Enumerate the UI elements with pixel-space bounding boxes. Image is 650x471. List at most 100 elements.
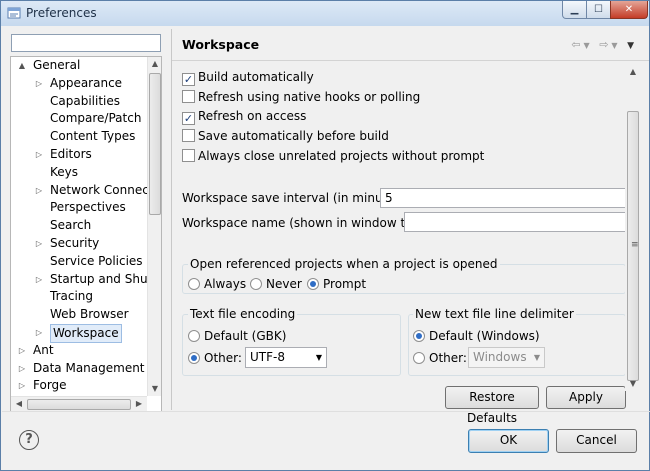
expand-arrow-icon[interactable]: ▷	[17, 377, 27, 394]
checkbox-row[interactable]: ✓ Refresh on access	[182, 108, 306, 126]
collapse-arrow-icon[interactable]: ▲	[17, 57, 27, 74]
delimiter-combo-value: Windows	[473, 350, 527, 364]
preferences-tree[interactable]: ▲ General ▷ Appearance Capabilities Compare/P…	[10, 56, 162, 412]
expand-arrow-icon[interactable]: ▷	[34, 235, 44, 252]
back-icon[interactable]: ⇦	[571, 38, 583, 51]
delimiter-other-radio[interactable]: Other:	[413, 350, 467, 366]
delimiter-default-radio-icon[interactable]	[413, 330, 425, 342]
apply-button[interactable]: Apply	[546, 386, 626, 409]
scroll-up-icon[interactable]: ▲	[148, 59, 161, 68]
filter-input[interactable]	[11, 34, 161, 52]
ok-button[interactable]: OK	[468, 429, 549, 453]
delimiter-other-radio-icon[interactable]	[413, 352, 425, 364]
scroll-right-icon[interactable]: ▶	[132, 399, 146, 408]
maximize-icon: ☐	[594, 4, 603, 15]
delimiter-default-label: Default (Windows)	[429, 329, 540, 343]
checkbox-label: Build automatically	[198, 70, 314, 84]
line-delimiter-title: New text file line delimiter	[413, 307, 576, 321]
tree-horizontal-scrollbar[interactable]: ◀ ▶	[11, 396, 147, 411]
checkbox-label: Save automatically before build	[198, 129, 389, 144]
restore-defaults-button[interactable]: Restore Defaults	[445, 386, 539, 425]
radio-icon[interactable]	[307, 278, 319, 290]
forward-icon[interactable]: ⇨	[599, 38, 611, 51]
checkbox-checked-icon[interactable]: ✓	[182, 73, 195, 86]
scroll-down-icon[interactable]: ▼	[626, 379, 640, 388]
page-title: Workspace	[182, 37, 260, 52]
checkbox-checked-icon[interactable]: ✓	[182, 112, 195, 126]
tree-item-label: Appearance	[50, 75, 123, 90]
checkbox-unchecked-icon[interactable]	[182, 89, 195, 103]
page-vertical-scrollbar[interactable]: ▲ ≡ ▼	[625, 65, 641, 391]
tree-item-label: Forge	[33, 378, 67, 393]
radio-icon[interactable]	[188, 278, 200, 290]
tree-item-label: Capabilities	[50, 93, 120, 108]
scroll-up-icon[interactable]: ▲	[626, 67, 640, 76]
checkbox-row[interactable]: Refresh using native hooks or polling	[182, 89, 420, 105]
checkbox-row[interactable]: Always close unrelated projects without …	[182, 148, 484, 164]
tree-horizontal-thumb[interactable]	[27, 399, 131, 410]
checkbox-row[interactable]: ✓ Build automatically	[182, 69, 314, 86]
tree-item-label: Compare/Patch	[50, 111, 142, 126]
scroll-left-icon[interactable]: ◀	[12, 399, 26, 408]
tree-item-label: Ant	[33, 342, 54, 357]
expand-arrow-icon[interactable]: ▷	[17, 360, 27, 377]
tree-vertical-scrollbar[interactable]: ▲ ▼	[147, 57, 161, 396]
close-button[interactable]: ✕	[610, 1, 648, 19]
expand-arrow-icon[interactable]: ▷	[17, 342, 27, 359]
title-bar[interactable]: Preferences ▁ ☐ ✕	[1, 1, 649, 26]
workspace-name-label: Workspace name (shown in window title):	[182, 216, 433, 230]
save-interval-label: Workspace save interval (in minutes):	[182, 191, 410, 205]
forward-menu-icon[interactable]: ▼	[611, 41, 620, 50]
encoding-combo[interactable]: UTF-8 ▼	[245, 347, 327, 368]
encoding-title: Text file encoding	[188, 307, 298, 321]
page-vertical-thumb[interactable]: ≡	[627, 111, 639, 381]
expand-arrow-icon[interactable]: ▷	[34, 75, 44, 92]
encoding-combo-value: UTF-8	[250, 350, 285, 364]
view-menu-icon[interactable]: ▼	[627, 41, 637, 51]
encoding-other-label: Other:	[204, 351, 242, 365]
chevron-down-icon: ▼	[533, 353, 540, 362]
maximize-button[interactable]: ☐	[586, 1, 611, 19]
expand-arrow-icon[interactable]: ▷	[34, 271, 44, 288]
expand-arrow-icon[interactable]: ▷	[34, 324, 44, 341]
workspace-name-input[interactable]	[404, 212, 627, 232]
save-interval-input[interactable]: 5	[380, 188, 627, 208]
tree-item-label: Editors	[50, 147, 92, 161]
checkbox-unchecked-icon[interactable]	[182, 148, 195, 162]
radio-icon[interactable]	[250, 278, 262, 290]
back-menu-icon[interactable]: ▼	[584, 41, 593, 50]
tree-item-label: Perspectives	[50, 200, 126, 215]
tree-item-label: Data Management	[33, 360, 145, 375]
open-referenced-radio[interactable]: Always	[188, 276, 246, 292]
checkbox-unchecked-icon[interactable]	[182, 129, 195, 143]
encoding-default-radio-icon[interactable]	[188, 330, 200, 342]
tree-item-label: Web Browser	[50, 307, 129, 322]
minimize-button[interactable]: ▁	[562, 1, 587, 19]
delimiter-default-radio[interactable]: Default (Windows)	[413, 328, 540, 344]
tree-vertical-thumb[interactable]	[149, 73, 161, 215]
tree-item-label: General	[33, 58, 81, 72]
cancel-button[interactable]: Cancel	[556, 429, 637, 453]
tree-item-label: Content Types	[50, 129, 136, 144]
delimiter-other-label: Other:	[429, 351, 467, 365]
checkbox-row[interactable]: Save automatically before build	[182, 128, 389, 144]
expand-arrow-icon[interactable]: ▷	[34, 146, 44, 163]
expand-arrow-icon[interactable]: ▷	[34, 182, 44, 199]
chevron-down-icon: ▼	[315, 353, 322, 362]
preferences-window: Preferences ▁ ☐ ✕ ▲ General ▷ Appearance Cap…	[0, 0, 650, 471]
encoding-other-radio[interactable]: Other:	[188, 350, 242, 366]
window-title: Preferences	[26, 6, 97, 20]
preferences-app-icon	[7, 7, 21, 19]
radio-label: Prompt	[323, 277, 367, 291]
help-icon[interactable]: ?	[19, 430, 39, 450]
page-navigation: ⇦▼ ⇨▼ ▼	[571, 38, 637, 51]
page-header: Workspace ⇦▼ ⇨▼ ▼	[172, 29, 649, 60]
encoding-other-radio-icon[interactable]	[188, 352, 200, 364]
tree-item-label: Startup and Shutd	[50, 271, 160, 286]
delimiter-combo[interactable]: Windows ▼	[468, 347, 545, 368]
minimize-icon: ▁	[570, 4, 579, 15]
open-referenced-radio[interactable]: Never	[250, 276, 302, 292]
encoding-default-radio[interactable]: Default (GBK)	[188, 328, 286, 344]
scroll-down-icon[interactable]: ▼	[148, 384, 161, 393]
open-referenced-radio[interactable]: Prompt	[307, 276, 366, 292]
